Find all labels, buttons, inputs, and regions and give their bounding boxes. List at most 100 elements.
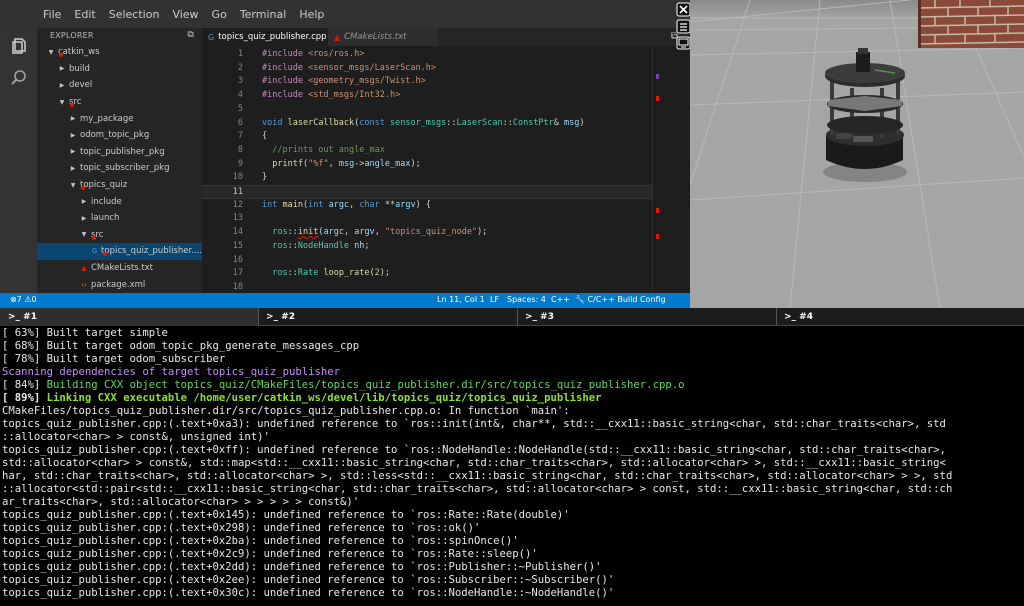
- code-text: printf("%f", msg->angle_max);: [272, 158, 421, 169]
- brick-wall: [917, 0, 1024, 48]
- build-config[interactable]: 🔧 C/C++ Build Config: [575, 295, 666, 304]
- terminal-line: CMakeFiles/topics_quiz_publisher.dir/src…: [2, 405, 570, 418]
- collapse-all-icon[interactable]: ⧉: [187, 30, 194, 40]
- tree-folder[interactable]: ▶ odom_topic_pkg: [37, 127, 202, 144]
- menu-item-selection[interactable]: Selection: [109, 8, 160, 21]
- terminal-line: [ 78%] Built target odom_subscriber: [2, 353, 225, 366]
- terminal-line-text: ::allocator<char> > const&, unsigned int…: [2, 431, 270, 443]
- chevron-right-icon[interactable]: ▶: [80, 215, 88, 222]
- tab-cmakelists[interactable]: ▲ CMakeLists.txt: [328, 28, 438, 46]
- problems-indicator[interactable]: ⊗7 ⚠0: [10, 295, 37, 304]
- tree-folder[interactable]: ▼ src: [37, 227, 202, 244]
- tree-folder[interactable]: ▶ launch: [37, 210, 202, 227]
- terminal-line-text: topics_quiz_publisher.cpp:(.text+0x2ba):…: [2, 535, 519, 547]
- cmake-file-icon: ▲: [334, 32, 341, 42]
- terminal-line: topics_quiz_publisher.cpp:(.text+0x2ee):…: [2, 574, 614, 587]
- chevron-right-icon[interactable]: ▶: [69, 165, 77, 172]
- terminal-line: topics_quiz_publisher.cpp:(.text+0x298):…: [2, 522, 480, 535]
- overview-ruler: [652, 46, 662, 293]
- desktop: File Edit Selection View Go Terminal Help EXPL…: [0, 0, 1024, 606]
- tree-file[interactable]: ▲ CMakeLists.txt: [37, 260, 202, 277]
- explorer-title-text: EXPLORER: [50, 31, 94, 40]
- menu-item-help[interactable]: Help: [299, 8, 324, 21]
- tree-item-label: odom_topic_pkg: [80, 130, 150, 141]
- code-line: 5: [202, 103, 652, 117]
- code-line: 8 //prints out angle_max: [202, 144, 652, 158]
- status-bar: ⊗7 ⚠0 Ln 11, Col 1 LF Spaces: 4 C++ 🔧 C/…: [0, 293, 690, 308]
- tree-item-label: topics_quiz_publisher....: [101, 246, 202, 257]
- terminal-line: ::allocator<char> > const&, unsigned int…: [2, 431, 270, 444]
- language-mode[interactable]: C++: [551, 295, 570, 304]
- chevron-down-icon[interactable]: ▼: [80, 231, 88, 238]
- menu-item-terminal[interactable]: Terminal: [240, 8, 287, 21]
- chevron-down-icon[interactable]: ▼: [47, 49, 55, 56]
- menu-item-file[interactable]: File: [43, 8, 61, 21]
- error-dot-icon: [70, 102, 74, 107]
- tree-folder[interactable]: ▶ build: [37, 61, 202, 78]
- chevron-right-icon[interactable]: ▶: [58, 82, 66, 89]
- search-icon[interactable]: [9, 68, 29, 88]
- indentation[interactable]: Spaces: 4: [507, 295, 546, 304]
- simulation-view[interactable]: [690, 0, 1024, 308]
- tab-topics-quiz-publisher[interactable]: G topics_quiz_publisher.cpp: [202, 28, 328, 46]
- menu-item-edit[interactable]: Edit: [74, 8, 95, 21]
- wrench-icon: 🔧: [575, 295, 585, 304]
- chevron-right-icon[interactable]: ▶: [58, 65, 66, 72]
- editor-scrollbar[interactable]: [675, 46, 689, 293]
- cpp-file-icon: G: [208, 32, 215, 42]
- tab-label: topics_quiz_publisher.cpp: [218, 32, 327, 42]
- tree-folder[interactable]: ▶ topic_publisher_pkg: [37, 144, 202, 161]
- error-dot-icon: [92, 235, 96, 240]
- line-number: 2: [237, 62, 243, 73]
- terminal-tab-3[interactable]: >_ #3: [517, 308, 775, 326]
- terminal-tab-4[interactable]: >_ #4: [776, 308, 1024, 326]
- progress-prefix: [ 89%]: [2, 392, 47, 404]
- cpp-file-icon: G: [91, 247, 98, 256]
- chevron-right-icon[interactable]: ▶: [69, 132, 77, 139]
- terminal-line-text: Linking CXX executable /home/user/catkin…: [46, 392, 602, 404]
- menu-item-view[interactable]: View: [172, 8, 198, 21]
- code-line: 18: [202, 281, 652, 293]
- terminal-tab-1[interactable]: >_ #1: [0, 308, 258, 326]
- code-editor[interactable]: 1 #include <ros/ros.h> 2 #include <sensor_m…: [202, 46, 652, 293]
- code-line: 12 int main(int argc, char **argv) {: [202, 199, 652, 213]
- files-icon[interactable]: [9, 36, 29, 56]
- tree-folder[interactable]: ▶ my_package: [37, 110, 202, 127]
- terminal-tab-2[interactable]: >_ #2: [258, 308, 516, 326]
- chevron-right-icon[interactable]: ▶: [69, 115, 77, 122]
- terminal-line-text: topics_quiz_publisher.cpp:(.text+0x145):…: [2, 509, 570, 521]
- tree-folder[interactable]: ▶ include: [37, 193, 202, 210]
- chevron-right-icon[interactable]: ▶: [80, 198, 88, 205]
- ruler-error-mark: [656, 208, 659, 213]
- tree-folder[interactable]: ▼ src: [37, 94, 202, 111]
- terminal-line: topics_quiz_publisher.cpp:(.text+0x2dd):…: [2, 561, 602, 574]
- error-dot-icon: [81, 185, 85, 190]
- menu-bar: File Edit Selection View Go Terminal Help: [0, 0, 690, 28]
- code-text: {: [262, 131, 268, 142]
- chevron-down-icon[interactable]: ▼: [69, 182, 77, 189]
- chevron-right-icon[interactable]: ▶: [69, 148, 77, 155]
- tree-item-label: CMakeLists.txt: [91, 263, 154, 274]
- code-text: #include <geometry_msgs/Twist.h>: [262, 76, 426, 87]
- terminal-line: Scanning dependencies of target topics_q…: [2, 366, 340, 379]
- tree-folder[interactable]: ▶ topic_subscriber_pkg: [37, 160, 202, 177]
- tree-file[interactable]: Gtopics_quiz_publisher....: [37, 243, 202, 260]
- terminal-line: [ 89%] Linking CXX executable /home/user…: [2, 392, 602, 405]
- chevron-down-icon[interactable]: ▼: [58, 99, 66, 106]
- menu-item-go[interactable]: Go: [212, 8, 227, 21]
- code-line: 15 ros::NodeHandle nh;: [202, 240, 652, 254]
- tab-label: CMakeLists.txt: [344, 32, 407, 42]
- tree-item-label: build: [69, 63, 90, 74]
- line-number: 17: [232, 268, 243, 279]
- terminal-line-text: topics_quiz_publisher.cpp:(.text+0x298):…: [2, 522, 481, 534]
- tree-folder[interactable]: ▶ devel: [37, 77, 202, 94]
- terminal-line-text: topics_quiz_publisher.cpp:(.text+0x2dd):…: [2, 561, 602, 573]
- tree-folder[interactable]: ▼ catkin_ws: [37, 44, 202, 61]
- tree-folder[interactable]: ▼ topics_quiz: [37, 177, 202, 194]
- line-ending[interactable]: LF: [490, 295, 499, 304]
- tree-item-label: package.xml: [91, 279, 146, 290]
- tree-file[interactable]: ‹› package.xml: [37, 276, 202, 293]
- terminal-line-text: topics_quiz_publisher.cpp:(.text+0xa3): …: [2, 418, 946, 430]
- cursor-position[interactable]: Ln 11, Col 1: [437, 295, 485, 304]
- terminal-output[interactable]: [ 63%] Built target simple[ 68%] Built t…: [0, 326, 1024, 606]
